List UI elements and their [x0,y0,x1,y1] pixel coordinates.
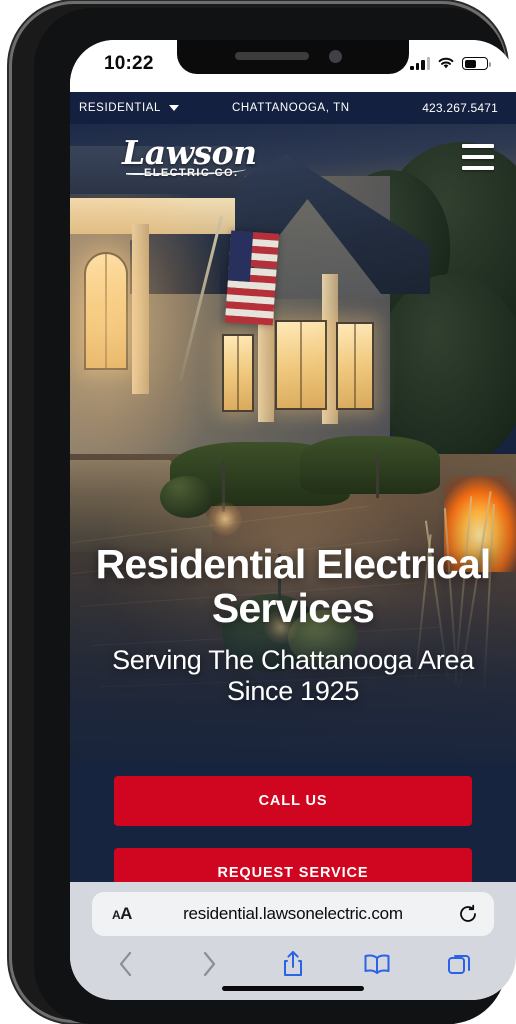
share-icon[interactable] [276,949,310,979]
flag-canton [227,230,254,282]
american-flag [224,230,280,326]
webpage-viewport: RESIDENTIAL CHATTANOOGA, TN 423.267.5471 [70,92,516,882]
safari-bottom-chrome: AA residential.lawsonelectric.com [70,882,516,1000]
window-center [275,320,327,410]
request-service-button[interactable]: REQUEST SERVICE [114,848,472,882]
status-time: 10:22 [104,53,154,74]
call-us-button[interactable]: CALL US [114,776,472,826]
porch-light-glow [70,194,220,484]
phone-screen: 10:22 RESIDENTIAL CHATTANOOGA, TN 423.26… [70,40,516,1000]
segment-label: RESIDENTIAL [79,102,162,114]
segment-selector-residential[interactable]: RESIDENTIAL [79,102,180,114]
url-text: residential.lawsonelectric.com [183,904,403,923]
address-bar[interactable]: AA residential.lawsonelectric.com [92,892,494,936]
bookmarks-book-icon[interactable] [360,949,394,979]
reload-icon[interactable] [458,904,478,924]
logo-wordmark: Lawson [122,133,257,172]
status-icons [410,56,491,70]
hedge-2 [300,436,440,494]
front-camera [329,50,342,63]
hero-title: Residential Electrical Services [95,541,492,632]
phone-frame: 10:22 RESIDENTIAL CHATTANOOGA, TN 423.26… [12,4,516,1024]
earpiece-speaker [235,52,309,60]
back-chevron-icon[interactable] [109,949,143,979]
home-indicator[interactable] [222,986,364,991]
hero-section: Lawson ELECTRIC CO. Residential Electric… [70,124,516,882]
phone-link[interactable]: 423.267.5471 [422,101,498,115]
site-logo[interactable]: Lawson ELECTRIC CO. [122,133,257,186]
wifi-icon [438,57,454,69]
tree-right-3 [376,274,516,464]
hero-copy: Residential Electrical Services Serving … [70,542,516,707]
battery-icon [462,57,491,70]
hero-subtitle: Serving The Chattanooga Area Since 1925 [112,644,474,706]
tabs-icon[interactable] [443,949,477,979]
phone-body: 10:22 RESIDENTIAL CHATTANOOGA, TN 423.26… [34,8,516,1024]
logo-subtitle: ELECTRIC CO. [144,167,239,179]
location-label: CHATTANOOGA, TN [232,102,350,114]
site-header: Lawson ELECTRIC CO. [70,124,516,192]
path-light-3 [376,454,379,498]
hamburger-menu-icon[interactable] [462,144,494,170]
cellular-signal-icon [410,57,430,70]
utility-bar: RESIDENTIAL CHATTANOOGA, TN 423.267.5471 [70,92,516,124]
chevron-down-icon [169,105,180,111]
safari-toolbar [70,942,516,986]
device-notch [177,40,409,74]
window-door [222,334,254,412]
hero-cta-group: CALL US REQUEST SERVICE [70,776,516,882]
window-right [336,322,374,410]
forward-chevron-icon[interactable] [192,949,226,979]
